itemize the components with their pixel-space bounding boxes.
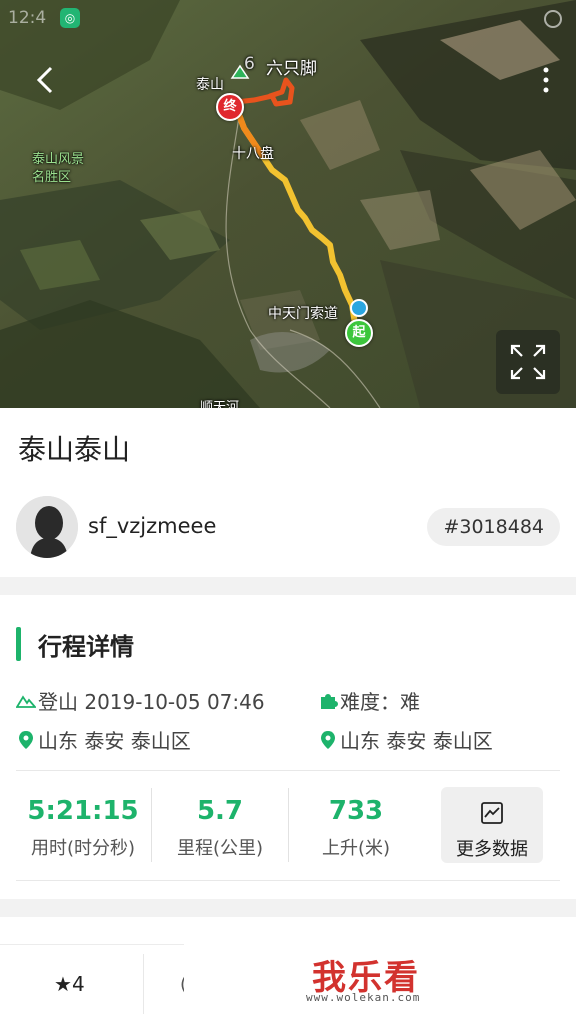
more-vertical-icon — [543, 67, 549, 93]
username[interactable]: sf_vzjzmeee — [88, 514, 216, 538]
map-label-bottom: 顺天河 — [200, 400, 240, 408]
stat-separator — [288, 788, 289, 862]
section-accent-bar — [16, 627, 21, 661]
map-label-shibapan: 十八盘 — [232, 146, 274, 162]
star-icon: ★ — [54, 972, 72, 996]
map-label-zhongtianmen: 中天门索道 — [268, 306, 338, 322]
more-data-label: 更多数据 — [456, 839, 528, 860]
activity-text: 登山 2019-10-05 07:46 — [38, 690, 265, 714]
divider-line — [16, 770, 560, 771]
divider-line — [16, 880, 560, 881]
stat-distance-value: 5.7 — [196, 796, 244, 826]
app-notification-icon: ◎ — [60, 8, 80, 28]
trip-title: 泰山泰山 — [18, 433, 131, 466]
stat-duration-label: 用时(时分秒) — [30, 838, 136, 859]
stat-ascent-value: 733 — [328, 796, 384, 826]
avatar[interactable] — [16, 496, 78, 558]
route-map[interactable]: 12:4 ◎ 泰山 6 六只脚 泰山风景 名胜区 十八盘 中天门索道 顺天河 终… — [0, 0, 576, 408]
activity-info: 登山 2019-10-05 07:46 — [16, 686, 265, 715]
difficulty-text: 难度：难 — [340, 690, 420, 714]
section-title: 行程详情 — [38, 633, 134, 661]
more-data-button[interactable]: 更多数据 — [441, 787, 543, 863]
start-point-marker[interactable]: 起 — [345, 319, 373, 347]
map-label-liuzhijiao: 六只脚 — [266, 59, 317, 79]
end-point-marker[interactable]: 终 — [216, 93, 244, 121]
user-silhouette-icon — [16, 496, 78, 558]
status-indicator-icon — [544, 10, 562, 28]
difficulty-info: 难度：难 — [318, 686, 420, 715]
fullscreen-button[interactable] — [496, 330, 560, 394]
start-location-text: 山东 泰安 泰山区 — [38, 729, 191, 753]
favorite-count: 4 — [71, 972, 85, 996]
section-divider — [0, 577, 576, 595]
trend-chart-icon — [481, 802, 503, 824]
user-row[interactable]: sf_vzjzmeee #3018484 — [16, 496, 560, 560]
status-time: 12:4 — [8, 8, 47, 28]
mountain-icon — [16, 695, 36, 708]
trip-id-badge: #3018484 — [427, 508, 560, 546]
stat-distance-label: 里程(公里) — [176, 838, 264, 859]
stat-duration-value: 5:21:15 — [27, 796, 139, 826]
expand-icon — [510, 344, 546, 380]
stat-duration: 5:21:15 用时(时分秒) — [18, 796, 148, 860]
bottom-separator — [143, 954, 144, 1014]
map-label-taishan: 泰山 — [196, 77, 224, 93]
watermark-url: www.wolekan.com — [306, 991, 421, 1004]
stat-separator — [151, 788, 152, 862]
brand-mark-6: 6 — [244, 54, 255, 74]
location-pin-icon — [321, 731, 335, 749]
section-divider — [0, 899, 576, 917]
stat-ascent: 733 上升(米) — [291, 796, 421, 860]
location-pin-icon — [19, 731, 33, 749]
map-label-scenic-area: 泰山风景 名胜区 — [32, 152, 85, 185]
stat-ascent-label: 上升(米) — [321, 838, 391, 859]
puzzle-icon — [321, 694, 338, 709]
stat-distance: 5.7 里程(公里) — [155, 796, 285, 860]
start-location-info: 山东 泰安 泰山区 — [16, 725, 191, 754]
end-location-text: 山东 泰安 泰山区 — [340, 729, 493, 753]
more-options-button[interactable] — [534, 62, 558, 98]
back-button[interactable] — [24, 58, 68, 102]
favorite-button[interactable]: ★4 — [54, 972, 85, 996]
chevron-left-icon — [36, 66, 53, 94]
end-location-info: 山东 泰安 泰山区 — [318, 725, 493, 754]
